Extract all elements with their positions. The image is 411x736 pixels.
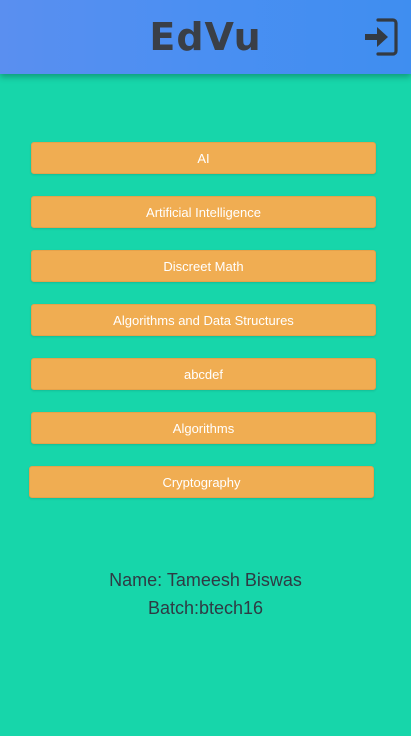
user-name: Name: Tameesh Biswas bbox=[109, 570, 302, 590]
course-button-algorithms-and-data-structures[interactable]: Algorithms and Data Structures bbox=[31, 304, 376, 336]
course-button-artificial-intelligence[interactable]: Artificial Intelligence bbox=[31, 196, 376, 228]
course-button-abcdef[interactable]: abcdef bbox=[31, 358, 376, 390]
course-button-cryptography[interactable]: Cryptography bbox=[29, 466, 374, 498]
course-button-discreet-math[interactable]: Discreet Math bbox=[31, 250, 376, 282]
logout-icon bbox=[365, 18, 398, 56]
app-bar: EdVu bbox=[0, 0, 411, 74]
logout-button[interactable] bbox=[363, 16, 399, 58]
user-batch: Batch:btech16 bbox=[147, 598, 264, 618]
user-info: Name: Tameesh Biswas Batch:btech16 bbox=[0, 566, 411, 622]
course-button-algorithms[interactable]: Algorithms bbox=[31, 412, 376, 444]
course-button-ai[interactable]: AI bbox=[31, 142, 376, 174]
app-title: EdVu bbox=[149, 15, 262, 59]
